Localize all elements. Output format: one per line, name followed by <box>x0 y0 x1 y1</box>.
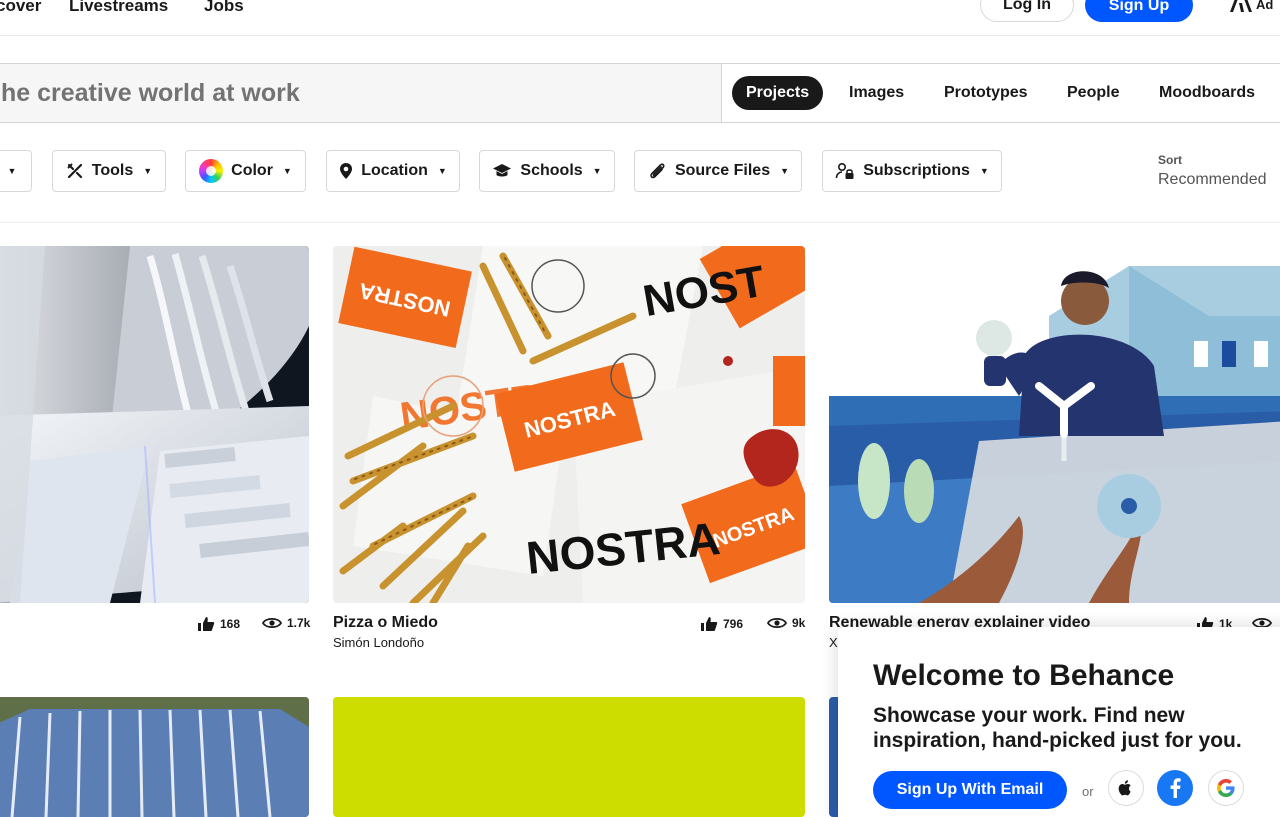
graduation-cap-icon <box>493 164 512 177</box>
location-pin-icon <box>340 163 353 179</box>
sort-dropdown[interactable]: Recommended <box>1158 171 1267 189</box>
thumbs-up-icon <box>198 617 215 631</box>
architecture-image <box>0 246 309 603</box>
tab-moodboards[interactable]: Moodboards <box>1159 76 1255 110</box>
search-type-tabs: Projects Images Prototypes People Moodbo… <box>721 64 1280 122</box>
pizza-branding-image: NOSTRA NOSTRA NOSTRA NOST NOSTRA NOSTRA <box>333 246 805 603</box>
filter-location-label: Location <box>361 162 428 179</box>
signup-button[interactable]: Sign Up <box>1085 0 1193 22</box>
project-thumbnail-4[interactable] <box>0 697 309 817</box>
welcome-popup: Welcome to Behance Showcase your work. F… <box>838 627 1280 817</box>
filter-color-label: Color <box>231 162 273 179</box>
eye-icon <box>767 617 787 629</box>
eye-icon <box>262 617 282 629</box>
renewable-energy-illustration <box>829 246 1280 603</box>
sort-label: Sort <box>1158 153 1182 167</box>
filter-subscriptions[interactable]: Subscriptions ▼ <box>822 150 1002 192</box>
building-roof-image <box>0 697 309 817</box>
project-owner-2[interactable]: Simón Londoño <box>333 635 424 650</box>
nav-link-livestreams[interactable]: Livestreams <box>69 0 168 16</box>
views-count-1: 1.7k <box>287 616 311 630</box>
project-thumbnail-1[interactable] <box>0 246 309 603</box>
chevron-down-icon: ▼ <box>437 166 447 176</box>
filter-subscriptions-label: Subscriptions <box>863 162 970 179</box>
person-lock-icon <box>835 162 854 179</box>
tools-icon <box>67 163 82 179</box>
login-button[interactable]: Log In <box>980 0 1074 22</box>
chevron-down-icon: ▼ <box>7 166 17 176</box>
project-thumbnail-2[interactable]: NOSTRA NOSTRA NOSTRA NOST NOSTRA NOSTRA <box>333 246 805 603</box>
filter-schools[interactable]: Schools ▼ <box>479 150 615 192</box>
nav-link-discover[interactable]: cover <box>0 0 41 16</box>
filter-creative-fields[interactable]: ▼ <box>0 150 32 192</box>
adobe-logo-icon <box>1230 0 1252 12</box>
filter-source-files-label: Source Files <box>674 162 771 179</box>
chevron-down-icon: ▼ <box>282 166 292 176</box>
project-thumbnail-5[interactable] <box>333 697 805 817</box>
tab-images[interactable]: Images <box>849 76 904 110</box>
filter-source-files[interactable]: Source Files ▼ <box>634 150 802 192</box>
tab-people[interactable]: People <box>1067 76 1119 110</box>
top-navigation: cover Livestreams Jobs Log In Sign Up Ad <box>0 0 1280 36</box>
thumbs-up-icon <box>701 617 718 631</box>
filter-tools[interactable]: Tools ▼ <box>52 150 166 192</box>
filter-color[interactable]: Color ▼ <box>185 150 306 192</box>
project-title-2[interactable]: Pizza o Miedo <box>333 614 438 632</box>
chevron-down-icon: ▼ <box>592 166 602 176</box>
views-stat-2: 9k <box>767 616 805 630</box>
likes-count-1: 168 <box>220 617 241 631</box>
filter-row: ▼ Tools ▼ Color ▼ Location ▼ Schools ▼ S… <box>0 150 1280 194</box>
filter-tools-label: Tools <box>91 162 134 179</box>
chevron-down-icon: ▼ <box>143 166 153 176</box>
likes-count-2: 796 <box>723 617 744 631</box>
filter-schools-label: Schools <box>520 162 583 179</box>
chevron-down-icon: ▼ <box>780 166 790 176</box>
adobe-label: Ad <box>1256 0 1274 12</box>
likes-stat-2: 796 <box>700 616 743 632</box>
google-icon <box>1217 779 1235 797</box>
facebook-signin-button[interactable] <box>1157 770 1193 806</box>
search-bar: Projects Images Prototypes People Moodbo… <box>0 63 1280 123</box>
welcome-title: Welcome to Behance <box>873 659 1175 692</box>
search-input[interactable] <box>1 64 711 122</box>
views-stat-1: 1.7k <box>262 616 310 630</box>
apple-icon <box>1118 780 1131 796</box>
color-wheel-icon <box>199 159 224 183</box>
signup-email-button[interactable]: Sign Up With Email <box>873 771 1067 809</box>
views-count-2: 9k <box>792 616 806 630</box>
filter-location[interactable]: Location ▼ <box>326 150 460 192</box>
apple-signin-button[interactable] <box>1108 770 1144 806</box>
nav-link-jobs[interactable]: Jobs <box>204 0 244 16</box>
tab-projects[interactable]: Projects <box>732 76 824 110</box>
facebook-icon <box>1170 778 1181 798</box>
divider <box>0 222 1280 223</box>
adobe-link[interactable]: Ad <box>1230 0 1273 12</box>
chevron-down-icon: ▼ <box>979 166 989 176</box>
project-thumbnail-3[interactable] <box>829 246 1280 603</box>
paperclip-icon <box>650 163 665 179</box>
google-signin-button[interactable] <box>1208 770 1244 806</box>
project-owner-3[interactable]: X <box>829 635 838 650</box>
or-separator: or <box>1082 784 1094 799</box>
tab-prototypes[interactable]: Prototypes <box>944 76 1028 110</box>
welcome-subtitle: Showcase your work. Find new inspiration… <box>873 704 1242 752</box>
likes-stat-1: 168 <box>197 616 240 632</box>
